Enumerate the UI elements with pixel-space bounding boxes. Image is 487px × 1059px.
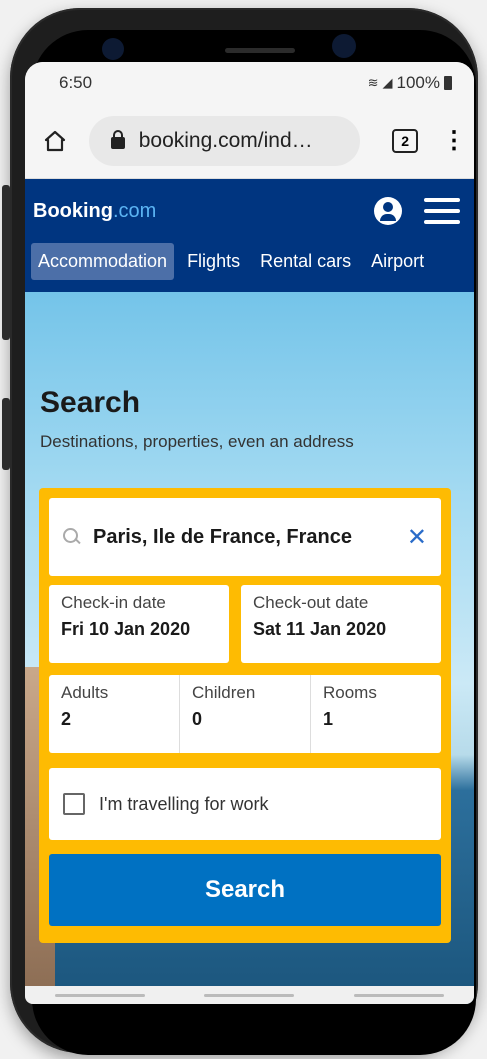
tab-rental-cars[interactable]: Rental cars	[253, 243, 358, 280]
booking-logo[interactable]: Booking.com	[33, 200, 156, 223]
front-camera	[332, 34, 356, 58]
guests-field[interactable]: Adults 2 Children 0 Rooms 1	[49, 675, 441, 753]
work-travel-label: I'm travelling for work	[99, 793, 269, 814]
checkout-label: Check-out date	[253, 593, 369, 612]
rooms-value: 1	[323, 709, 334, 729]
adults-cell[interactable]: Adults 2	[49, 675, 180, 753]
signal-icon: ◢	[382, 75, 393, 90]
clear-icon[interactable]: ✕	[407, 523, 427, 552]
hero-background: Search Destinations, properties, even an…	[25, 292, 474, 1004]
destination-field[interactable]: Paris, Ile de France, France ✕	[49, 498, 441, 576]
work-travel-checkbox[interactable]	[63, 793, 85, 815]
browser-toolbar: booking.com/ind… 2 ⋮	[25, 104, 474, 179]
children-label: Children	[192, 683, 256, 702]
adults-value: 2	[61, 709, 72, 729]
tab-flights[interactable]: Flights	[180, 243, 247, 280]
checkin-label: Check-in date	[61, 593, 166, 612]
status-time: 6:50	[59, 73, 93, 92]
android-nav-bar	[25, 986, 474, 1004]
url-text: booking.com/ind…	[138, 129, 313, 152]
checkout-field[interactable]: Check-out date Sat 11 Jan 2020	[241, 585, 441, 663]
wifi-icon: ≋	[367, 75, 379, 90]
logo-main: Booking	[33, 199, 113, 222]
status-right: ≋ ◢ 100%	[368, 73, 452, 93]
nav-recent[interactable]	[54, 993, 145, 997]
tab-accommodation[interactable]: Accommodation	[31, 243, 175, 280]
bixby-button	[2, 398, 10, 470]
tab-switcher-button[interactable]: 2	[392, 129, 418, 153]
work-travel-row[interactable]: I'm travelling for work	[49, 768, 441, 840]
search-button[interactable]: Search	[49, 854, 441, 926]
more-options-icon[interactable]: ⋮	[442, 129, 466, 153]
destination-value: Paris, Ile de France, France	[93, 525, 353, 548]
lock-icon	[110, 130, 125, 149]
search-title: Search	[40, 386, 141, 419]
product-tabs: Accommodation Flights Rental cars Airpor…	[25, 243, 474, 293]
checkout-value: Sat 11 Jan 2020	[253, 619, 387, 639]
search-icon	[63, 528, 81, 546]
status-bar: 6:50 ≋ ◢ 100%	[25, 62, 474, 104]
checkin-field[interactable]: Check-in date Fri 10 Jan 2020	[49, 585, 229, 663]
phone-screen: 6:50 ≋ ◢ 100% booking.com/ind… 2 ⋮ Booki…	[25, 62, 474, 1004]
logo-suffix: .com	[113, 199, 157, 222]
front-sensor	[102, 38, 124, 60]
volume-button	[2, 185, 10, 340]
rooms-cell[interactable]: Rooms 1	[311, 675, 441, 753]
home-icon[interactable]	[41, 127, 69, 155]
battery-percent: 100%	[396, 73, 440, 92]
earpiece-speaker	[225, 48, 295, 53]
menu-icon[interactable]	[424, 198, 460, 224]
search-form: Paris, Ile de France, France ✕ Check-in …	[39, 488, 451, 943]
site-header: Booking.com	[25, 179, 474, 243]
search-subtitle: Destinations, properties, even an addres…	[40, 432, 354, 451]
children-value: 0	[192, 709, 203, 729]
battery-icon	[444, 76, 452, 90]
nav-back[interactable]	[354, 993, 445, 997]
account-icon[interactable]	[374, 197, 402, 225]
checkin-value: Fri 10 Jan 2020	[61, 619, 191, 639]
address-bar[interactable]: booking.com/ind…	[88, 116, 361, 166]
tab-airport[interactable]: Airport	[364, 243, 431, 280]
adults-label: Adults	[61, 683, 109, 702]
rooms-label: Rooms	[323, 683, 377, 702]
nav-home[interactable]	[204, 993, 295, 997]
children-cell[interactable]: Children 0	[180, 675, 311, 753]
